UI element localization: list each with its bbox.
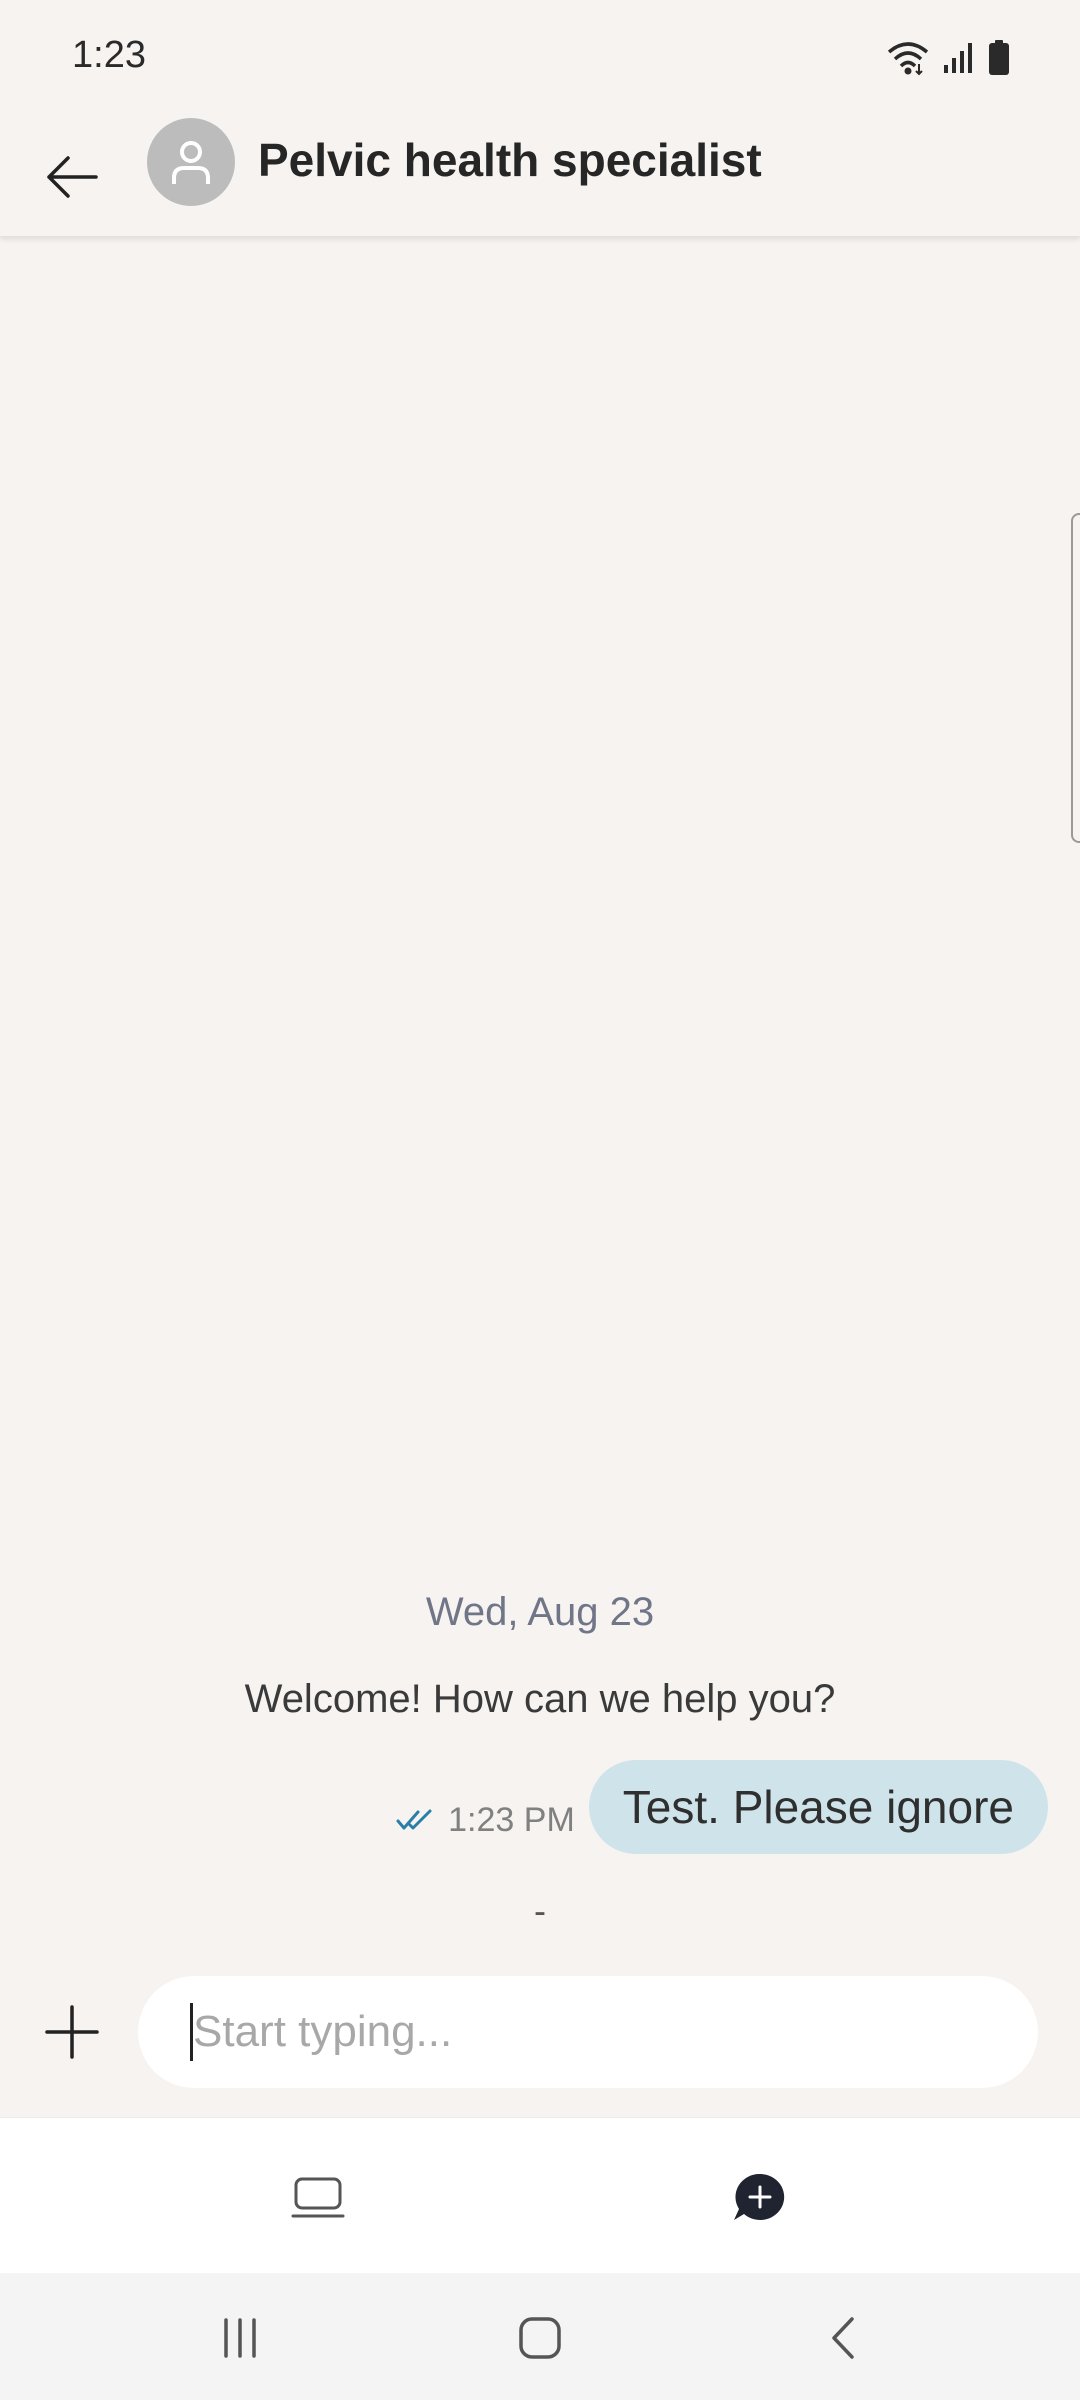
add-attachment-button[interactable]	[40, 1995, 104, 2069]
status-icons	[886, 40, 1010, 81]
arrow-left-icon	[47, 156, 98, 198]
back-icon	[832, 2317, 854, 2359]
back-button[interactable]	[40, 135, 104, 219]
nav-item-chat[interactable]	[710, 2148, 810, 2248]
home-button[interactable]	[490, 2293, 590, 2383]
message-bubble[interactable]: Test. Please ignore	[588, 1760, 1048, 1854]
message-time: 1:23 PM	[448, 1800, 575, 1839]
nav-item-sessions[interactable]	[268, 2148, 368, 2248]
message-input[interactable]	[193, 2007, 973, 2057]
message-row: 1:23 PM Test. Please ignore	[396, 1760, 1048, 1854]
trailing-marker: -	[534, 1890, 546, 1931]
welcome-message: Welcome! How can we help you?	[244, 1677, 836, 1721]
app-header: Pelvic health specialist	[0, 115, 1080, 237]
message-composer[interactable]	[138, 1976, 1038, 2088]
status-time: 1:23	[72, 34, 146, 76]
wifi-icon	[886, 40, 930, 81]
status-bar: 1:23	[0, 0, 1080, 115]
recents-icon	[224, 2318, 256, 2358]
home-icon	[519, 2317, 561, 2359]
system-back-button[interactable]	[793, 2293, 893, 2383]
avatar[interactable]	[147, 118, 235, 206]
laptop-icon	[291, 2177, 345, 2218]
page-title: Pelvic health specialist	[258, 134, 762, 186]
recents-button[interactable]	[190, 2293, 290, 2383]
bottom-nav	[0, 2117, 1080, 2273]
chat-screen: 1:23 Pelvic health specialist Wed, Aug 2…	[0, 0, 1080, 2400]
signal-icon	[942, 41, 976, 80]
chat-add-icon	[734, 2173, 785, 2220]
system-nav-bar	[0, 2273, 1080, 2400]
battery-icon	[988, 40, 1010, 81]
date-separator: Wed, Aug 23	[425, 1590, 655, 1634]
double-check-icon	[396, 1809, 432, 1830]
edge-panel-handle[interactable]	[1071, 513, 1080, 843]
person-icon	[172, 141, 210, 184]
message-meta: 1:23 PM	[396, 1801, 575, 1840]
plus-icon	[45, 2005, 99, 2059]
